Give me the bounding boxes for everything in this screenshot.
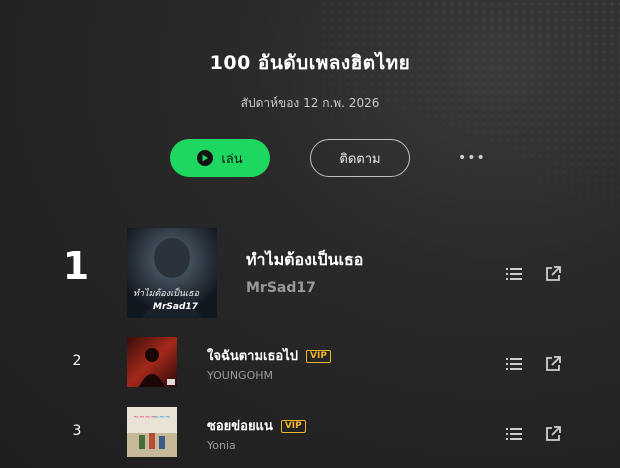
track-rank: 1 xyxy=(62,244,90,288)
track-cover: ~~~~ ~~~ xyxy=(127,407,177,457)
track-cover: ทำไมต้องเป็นเธอ MrSad17 xyxy=(127,228,217,318)
track-artist[interactable]: MrSad17 xyxy=(246,280,316,296)
queue-icon[interactable] xyxy=(505,265,523,283)
track-rank: 3 xyxy=(72,423,82,439)
play-button[interactable]: เล่น xyxy=(170,139,270,177)
share-icon[interactable] xyxy=(544,425,562,443)
more-options-button[interactable]: ••• xyxy=(458,150,486,166)
page-subtitle: สัปดาห์ของ 12 ก.พ. 2026 xyxy=(240,96,380,110)
track-row-2[interactable]: 2 ใจฉันตามเธอไป VIP YOUNGOHM xyxy=(0,337,620,387)
cover-signature: MrSad17 xyxy=(153,302,198,312)
play-button-label: เล่น xyxy=(221,151,243,167)
cover-text: ทำไมต้องเป็นเธอ xyxy=(133,289,200,299)
background-dot-pattern xyxy=(320,0,620,240)
track-row-1[interactable]: 1 ทำไมต้องเป็นเธอ MrSad17 ทำไมต้องเป็นเธ… xyxy=(0,228,620,318)
track-title-text: ใจฉันตามเธอไป xyxy=(207,349,298,364)
play-icon xyxy=(197,150,214,166)
vip-badge: VIP xyxy=(280,420,306,433)
track-title[interactable]: ใจฉันตามเธอไป VIP xyxy=(207,345,331,366)
svg-text:~~~: ~~~ xyxy=(153,413,171,421)
page-title: 100 อันดับเพลงฮิตไทย xyxy=(209,52,411,74)
track-title[interactable]: ซอยข่อยแน VIP xyxy=(207,415,306,436)
queue-icon[interactable] xyxy=(505,425,523,443)
track-rank: 2 xyxy=(72,353,82,369)
track-artist[interactable]: Yonia xyxy=(207,439,236,452)
track-title[interactable]: ทำไมต้องเป็นเธอ xyxy=(246,248,363,273)
share-icon[interactable] xyxy=(544,355,562,373)
track-row-3[interactable]: 3 ~~~~ ~~~ ซอยข่อยแน VIP Yonia xyxy=(0,407,620,457)
vip-badge: VIP xyxy=(306,350,331,363)
share-icon[interactable] xyxy=(544,265,562,283)
track-artist[interactable]: YOUNGOHM xyxy=(207,369,273,382)
track-cover xyxy=(127,337,177,387)
track-title-text: ซอยข่อยแน xyxy=(207,419,273,434)
queue-icon[interactable] xyxy=(505,355,523,373)
follow-button[interactable]: ติดตาม xyxy=(310,139,410,177)
